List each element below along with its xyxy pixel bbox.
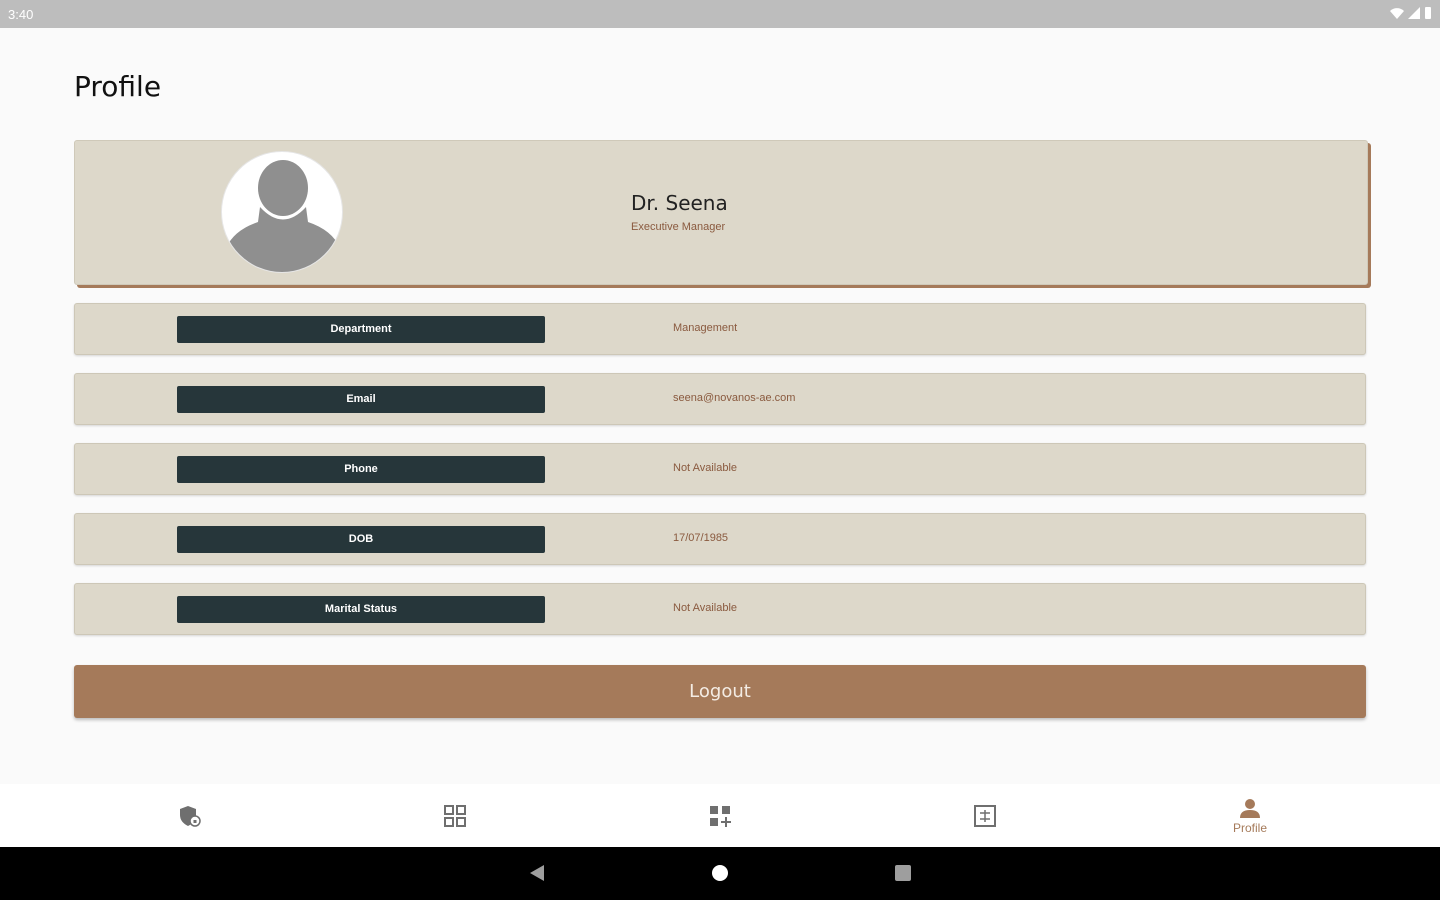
person-icon [1240, 798, 1260, 818]
info-label: Department [177, 316, 545, 343]
info-row-department: Department Management [74, 303, 1366, 355]
battery-icon [1425, 7, 1431, 19]
info-label: Marital Status [177, 596, 545, 623]
info-label: DOB [177, 526, 545, 553]
info-row-phone: Phone Not Available [74, 443, 1366, 495]
profile-role: Executive Manager [631, 221, 726, 233]
system-nav-bar [0, 847, 1440, 900]
info-value: seena@novanos-ae.com [673, 392, 796, 404]
info-value: Not Available [673, 462, 738, 474]
wifi-icon [1390, 8, 1404, 19]
back-icon[interactable] [528, 863, 548, 883]
status-bar: 3:40 [0, 0, 1440, 28]
profile-card: Dr. Seena Executive Manager [74, 140, 1368, 285]
info-row-email: Email seena@novanos-ae.com [74, 373, 1366, 425]
info-row-marital-status: Marital Status Not Available [74, 583, 1366, 635]
info-label: Email [177, 386, 545, 413]
nav-item-profile[interactable]: Profile [1190, 784, 1310, 847]
bottom-nav: Profile [0, 784, 1440, 847]
status-icons [1390, 6, 1432, 20]
info-row-dob: DOB 17/07/1985 [74, 513, 1366, 565]
info-value: Management [673, 322, 738, 334]
info-value: Not Available [673, 602, 738, 614]
nav-item-table[interactable] [925, 784, 1045, 847]
shield-lock-icon [180, 805, 201, 827]
logout-button[interactable]: Logout [74, 665, 1366, 718]
nav-item-security[interactable] [130, 784, 250, 847]
profile-name: Dr. Seena [631, 191, 728, 215]
page-title: Profile [74, 70, 162, 103]
status-time: 3:40 [8, 7, 34, 22]
person-silhouette-icon [226, 160, 340, 272]
qr-code-icon [444, 804, 466, 827]
table-icon [974, 804, 996, 827]
info-value: 17/07/1985 [673, 532, 729, 544]
nav-item-qr[interactable] [395, 784, 515, 847]
grid-add-icon [710, 805, 731, 827]
nav-label-profile: Profile [1232, 820, 1267, 835]
recents-icon[interactable] [893, 863, 913, 883]
signal-icon [1408, 7, 1420, 19]
home-icon[interactable] [710, 863, 730, 883]
nav-item-grid[interactable] [660, 784, 780, 847]
info-label: Phone [177, 456, 545, 483]
avatar[interactable] [221, 151, 343, 273]
